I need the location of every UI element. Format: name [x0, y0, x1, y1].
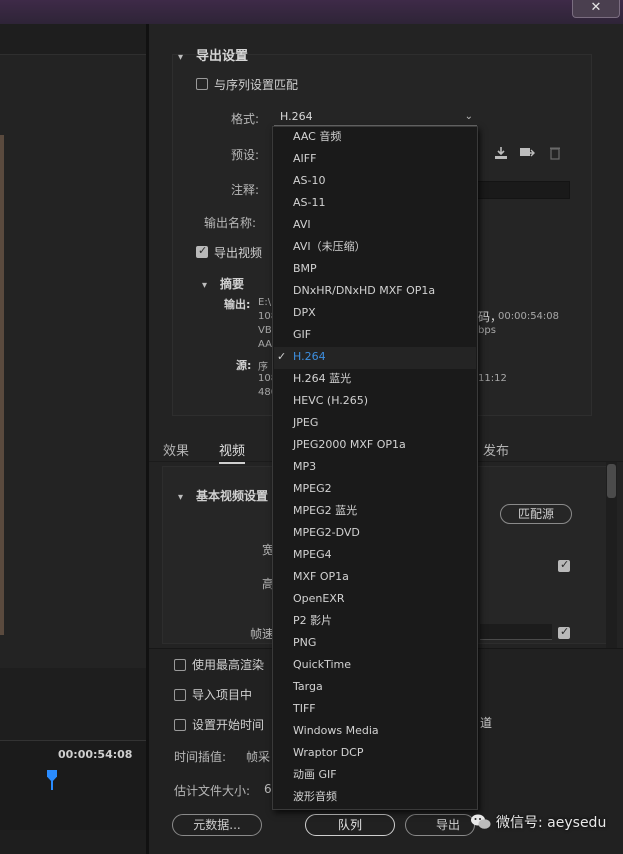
- format-option[interactable]: MP3: [293, 456, 316, 478]
- format-option[interactable]: MPEG2-DVD: [293, 522, 360, 544]
- output-summary-fragment: bps: [478, 325, 496, 336]
- format-option[interactable]: MPEG4: [293, 544, 332, 566]
- import-preset-icon[interactable]: [518, 146, 536, 162]
- format-option[interactable]: DNxHR/DNxHD MXF OP1a: [293, 280, 435, 302]
- metadata-button[interactable]: 元数据...: [172, 814, 262, 836]
- format-option[interactable]: MPEG2: [293, 478, 332, 500]
- summary-header[interactable]: ▾ 摘要: [202, 275, 244, 292]
- tab-publish[interactable]: 发布: [483, 440, 509, 459]
- title-bar: [0, 0, 623, 24]
- preset-label: 预设:: [231, 148, 260, 162]
- source-summary-line: 序: [258, 362, 268, 373]
- output-summary-timecode: 00:00:54:08: [498, 311, 560, 322]
- close-button[interactable]: ✕: [572, 0, 620, 18]
- format-option[interactable]: AIFF: [293, 148, 316, 170]
- output-summary-line: AA: [258, 339, 272, 350]
- tab-effects[interactable]: 效果: [163, 440, 189, 459]
- frame-rate-label: 帧速: [250, 627, 275, 641]
- playhead-line: [51, 780, 53, 790]
- format-option[interactable]: GIF: [293, 324, 311, 346]
- format-option[interactable]: JPEG: [293, 412, 318, 434]
- format-option[interactable]: H.264: [293, 346, 326, 368]
- format-option[interactable]: QuickTime: [293, 654, 351, 676]
- wechat-watermark: 微信号: aeysedu: [470, 812, 606, 838]
- basic-video-header[interactable]: ▾ 基本视频设置: [178, 487, 268, 504]
- format-option[interactable]: AS-10: [293, 170, 325, 192]
- chevron-down-icon: ▾: [178, 52, 184, 63]
- format-option[interactable]: PNG: [293, 632, 316, 654]
- format-option[interactable]: H.264 蓝光: [293, 368, 351, 390]
- export-button[interactable]: 导出: [405, 814, 475, 836]
- source-preview-panel: [0, 24, 146, 854]
- queue-button[interactable]: 队列: [305, 814, 395, 836]
- export-video-label: 导出视频: [214, 246, 263, 260]
- estimated-size-value: 6: [264, 782, 272, 796]
- chevron-down-icon: ▾: [202, 280, 208, 291]
- comments-input[interactable]: [474, 181, 570, 199]
- time-interpolation-value[interactable]: 帧采: [246, 748, 270, 765]
- format-select[interactable]: H.264 ⌄: [274, 108, 477, 126]
- alpha-channel-fragment: 道: [480, 716, 493, 730]
- format-option[interactable]: AS-11: [293, 192, 325, 214]
- format-option[interactable]: 动画 GIF: [293, 764, 337, 786]
- video-preview: [0, 54, 146, 668]
- format-option[interactable]: AVI: [293, 214, 311, 236]
- import-into-project-checkbox[interactable]: [174, 689, 186, 701]
- set-start-timecode-checkbox[interactable]: [174, 719, 186, 731]
- time-interpolation-label: 时间插值:: [174, 750, 227, 764]
- checkmark-icon: ✓: [277, 350, 287, 363]
- tab-video[interactable]: 视频: [219, 440, 246, 464]
- output-name-label: 输出名称:: [204, 216, 257, 230]
- format-option[interactable]: HEVC (H.265): [293, 390, 368, 412]
- max-render-quality-label: 使用最高渲染: [192, 658, 265, 672]
- output-summary-label: 输出:: [224, 298, 251, 311]
- format-option[interactable]: TIFF: [293, 698, 316, 720]
- delete-preset-icon[interactable]: [546, 146, 564, 162]
- format-option[interactable]: AAC 音频: [293, 126, 341, 148]
- scrollbar-thumb[interactable]: [607, 464, 616, 498]
- format-option[interactable]: Targa: [293, 676, 323, 698]
- estimated-size-label: 估计文件大小:: [174, 784, 251, 798]
- wechat-icon: [470, 813, 492, 831]
- format-option[interactable]: Windows Media: [293, 720, 379, 742]
- set-start-timecode-label: 设置开始时间: [192, 718, 265, 732]
- format-option[interactable]: MPEG2 蓝光: [293, 500, 357, 522]
- watermark-text: 微信号: aeysedu: [496, 815, 607, 831]
- format-option[interactable]: MXF OP1a: [293, 566, 349, 588]
- link-dimensions-checkbox[interactable]: [558, 558, 570, 572]
- format-option[interactable]: BMP: [293, 258, 317, 280]
- chevron-down-icon: ⌄: [464, 111, 473, 122]
- frame-rate-checkbox[interactable]: [558, 625, 570, 639]
- format-label: 格式:: [231, 112, 260, 126]
- frame-rate-select[interactable]: [480, 624, 552, 640]
- save-preset-icon[interactable]: [492, 146, 510, 162]
- summary-title: 摘要: [220, 277, 245, 291]
- format-option[interactable]: AVI（未压缩）: [293, 236, 366, 258]
- output-summary-line: E:\: [258, 297, 272, 308]
- format-option[interactable]: P2 影片: [293, 610, 332, 632]
- match-source-button[interactable]: 匹配源: [500, 504, 572, 524]
- format-value: H.264: [280, 110, 313, 123]
- format-option[interactable]: DPX: [293, 302, 316, 324]
- max-render-quality-checkbox[interactable]: [174, 659, 186, 671]
- source-summary-fragment: 11:12: [478, 373, 507, 384]
- basic-video-title: 基本视频设置: [196, 489, 269, 503]
- format-option[interactable]: OpenEXR: [293, 588, 345, 610]
- format-option[interactable]: 波形音频: [293, 786, 337, 808]
- match-sequence-label: 与序列设置匹配: [214, 78, 299, 92]
- import-into-project-label: 导入项目中: [192, 688, 253, 702]
- source-summary-label: 源:: [236, 359, 252, 372]
- video-frame-edge: [0, 135, 4, 635]
- format-option[interactable]: JPEG2000 MXF OP1a: [293, 434, 406, 456]
- export-settings-header[interactable]: ▾ 导出设置: [178, 45, 248, 64]
- timecode-readout: 00:00:54:08: [58, 748, 133, 761]
- match-sequence-checkbox[interactable]: [196, 78, 208, 90]
- chevron-down-icon: ▾: [178, 492, 184, 503]
- output-summary-line: VB: [258, 325, 272, 336]
- export-settings-title: 导出设置: [196, 49, 249, 64]
- export-video-checkbox[interactable]: [196, 244, 208, 258]
- comments-label: 注释:: [231, 183, 260, 197]
- format-option[interactable]: Wraptor DCP: [293, 742, 363, 764]
- close-icon: ✕: [590, 0, 602, 15]
